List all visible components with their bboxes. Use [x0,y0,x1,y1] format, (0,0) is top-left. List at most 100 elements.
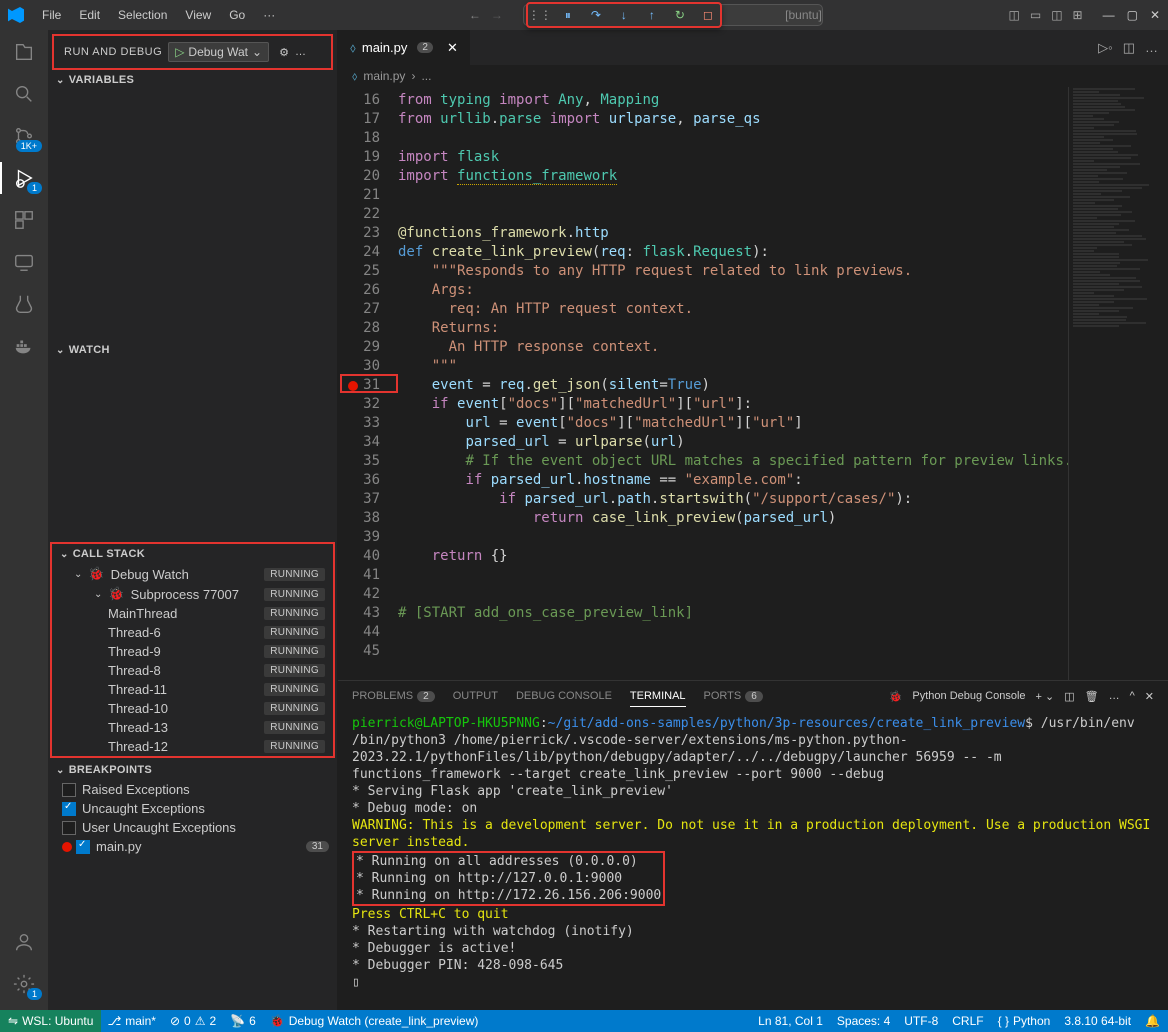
new-terminal-icon[interactable]: + ⌄ [1036,690,1055,703]
settings-icon[interactable]: 1 [12,972,36,996]
callstack-item[interactable]: Thread-9RUNNING [52,642,333,661]
nav-back-icon[interactable]: ← [469,8,481,22]
callstack-item[interactable]: ⌄ 🐞Subprocess 77007RUNNING [52,584,333,604]
title-bar: File Edit Selection View Go ··· ← → [bun… [0,0,1168,30]
tab-output[interactable]: OUTPUT [453,686,498,706]
run-icon[interactable]: ▷◦ [1098,40,1113,56]
tab-ports[interactable]: PORTS6 [704,686,763,706]
breakpoints-list: Raised ExceptionsUncaught ExceptionsUser… [48,780,337,856]
callstack-item[interactable]: Thread-6RUNNING [52,623,333,642]
menu-edit[interactable]: Edit [71,4,108,26]
breakpoints-section[interactable]: ⌄BREAKPOINTS [48,760,337,780]
kill-terminal-icon[interactable]: 🗑 [1085,690,1099,703]
minimap[interactable] [1068,87,1168,680]
debug-status[interactable]: 🐞 Debug Watch (create_link_preview) [270,1014,479,1028]
stop-icon[interactable]: ◻ [700,7,716,23]
maximize-icon[interactable]: ▢ [1127,8,1138,22]
code-editor[interactable]: 1617181920212223242526272829303132333435… [338,87,1068,680]
language-mode[interactable]: { } Python [998,1014,1051,1028]
split-icon[interactable]: ◫ [1123,40,1135,56]
watch-section[interactable]: ⌄WATCH [48,340,337,360]
callstack-item[interactable]: Thread-12RUNNING [52,737,333,756]
remote-indicator[interactable]: ⇋WSL: Ubuntu [0,1010,101,1032]
source-control-icon[interactable]: 1K+ [12,124,36,148]
panel-tabs: PROBLEMS2 OUTPUT DEBUG CONSOLE TERMINAL … [338,681,1168,711]
python-file-icon: ⬨ [352,69,357,84]
callstack-item[interactable]: MainThreadRUNNING [52,604,333,623]
callstack-item[interactable]: ⌄ 🐞Debug WatchRUNNING [52,564,333,584]
tab-terminal[interactable]: TERMINAL [630,686,686,707]
more-icon[interactable]: … [295,46,306,58]
cursor-position[interactable]: Ln 81, Col 1 [758,1014,823,1028]
maximize-panel-icon[interactable]: ^ [1130,690,1135,702]
breakpoint-item[interactable]: Uncaught Exceptions [48,799,337,818]
run-debug-header: RUN AND DEBUG ▷ Debug Wat ⌄ ⚙ … [52,34,333,70]
vscode-icon [8,7,24,23]
menu-go[interactable]: Go [221,4,253,26]
chevron-down-icon: ⌄ [252,45,262,59]
debug-toolbar: ⋮⋮ ⏸ ↷ ↓ ↑ ↻ ◻ [526,2,722,28]
breakpoint-item[interactable]: Raised Exceptions [48,780,337,799]
notifications-icon[interactable]: 🔔 [1145,1014,1160,1028]
split-terminal-icon[interactable]: ◫ [1064,690,1074,703]
close-panel-icon[interactable]: ✕ [1145,690,1154,703]
close-tab-icon[interactable]: ✕ [447,40,458,56]
toggle-panel-icon[interactable]: ◫ [1009,8,1020,22]
toggle-panel2-icon[interactable]: ▭ [1030,8,1041,22]
breadcrumb[interactable]: ⬨ main.py › ... [338,65,1168,87]
accounts-icon[interactable] [12,930,36,954]
run-debug-icon[interactable]: 1 [12,166,36,190]
callstack-item[interactable]: Thread-8RUNNING [52,661,333,680]
drag-handle-icon[interactable]: ⋮⋮ [532,7,548,23]
terminal-content[interactable]: pierrick@LAPTOP-HKU5PNNG:~/git/add-ons-s… [338,711,1168,1010]
customize-layout-icon[interactable]: ⊞ [1073,8,1083,22]
menu-selection[interactable]: Selection [110,4,175,26]
step-out-icon[interactable]: ↑ [644,7,660,23]
play-icon: ▷ [175,45,184,59]
step-over-icon[interactable]: ↷ [588,7,604,23]
breakpoint-item[interactable]: main.py31 [48,837,337,856]
minimize-icon[interactable]: — [1103,8,1115,22]
python-version[interactable]: 3.8.10 64-bit [1064,1014,1131,1028]
status-bar: ⇋WSL: Ubuntu ⎇main* ⊘ 0 ⚠ 2 📡 6 🐞 Debug … [0,1010,1168,1032]
step-into-icon[interactable]: ↓ [616,7,632,23]
explorer-icon[interactable] [12,40,36,64]
menu-view[interactable]: View [177,4,219,26]
indentation[interactable]: Spaces: 4 [837,1014,890,1028]
more-icon[interactable]: … [1145,40,1158,55]
callstack-section[interactable]: ⌄CALL STACK [52,544,333,564]
variables-section[interactable]: ⌄VARIABLES [48,70,337,90]
remote-explorer-icon[interactable] [12,250,36,274]
more-icon[interactable]: … [1109,690,1120,702]
gear-icon[interactable]: ⚙ [279,46,289,59]
eol[interactable]: CRLF [952,1014,983,1028]
callstack-item[interactable]: Thread-10RUNNING [52,699,333,718]
terminal-profile[interactable]: Python Debug Console [912,690,1025,702]
encoding[interactable]: UTF-8 [904,1014,938,1028]
search-icon[interactable] [12,82,36,106]
callstack-item[interactable]: Thread-13RUNNING [52,718,333,737]
menu-more[interactable]: ··· [255,4,283,26]
tab-debug-console[interactable]: DEBUG CONSOLE [516,686,612,706]
docker-icon[interactable] [12,334,36,358]
editor-tabs: ⬨ main.py 2 ✕ ▷◦ ◫ … [338,30,1168,65]
problems-indicator[interactable]: ⊘ 0 ⚠ 2 [170,1014,216,1028]
ports-indicator[interactable]: 📡 6 [230,1014,256,1028]
breakpoint-item[interactable]: User Uncaught Exceptions [48,818,337,837]
python-file-icon: ⬨ [350,40,356,56]
extensions-icon[interactable] [12,208,36,232]
tab-problems[interactable]: PROBLEMS2 [352,686,435,706]
debug-config-dropdown[interactable]: ▷ Debug Wat ⌄ [168,42,269,62]
tab-main-py[interactable]: ⬨ main.py 2 ✕ [338,30,471,65]
testing-icon[interactable] [12,292,36,316]
menu-bar: File Edit Selection View Go ··· [34,4,283,26]
toggle-sidebar-icon[interactable]: ◫ [1051,8,1062,22]
nav-forward-icon[interactable]: → [491,8,503,22]
layout-controls: ◫ ▭ ◫ ⊞ [1009,8,1083,22]
close-icon[interactable]: ✕ [1150,8,1160,22]
menu-file[interactable]: File [34,4,69,26]
restart-icon[interactable]: ↻ [672,7,688,23]
pause-icon[interactable]: ⏸ [560,7,576,23]
callstack-item[interactable]: Thread-11RUNNING [52,680,333,699]
branch-indicator[interactable]: ⎇main* [107,1014,156,1028]
